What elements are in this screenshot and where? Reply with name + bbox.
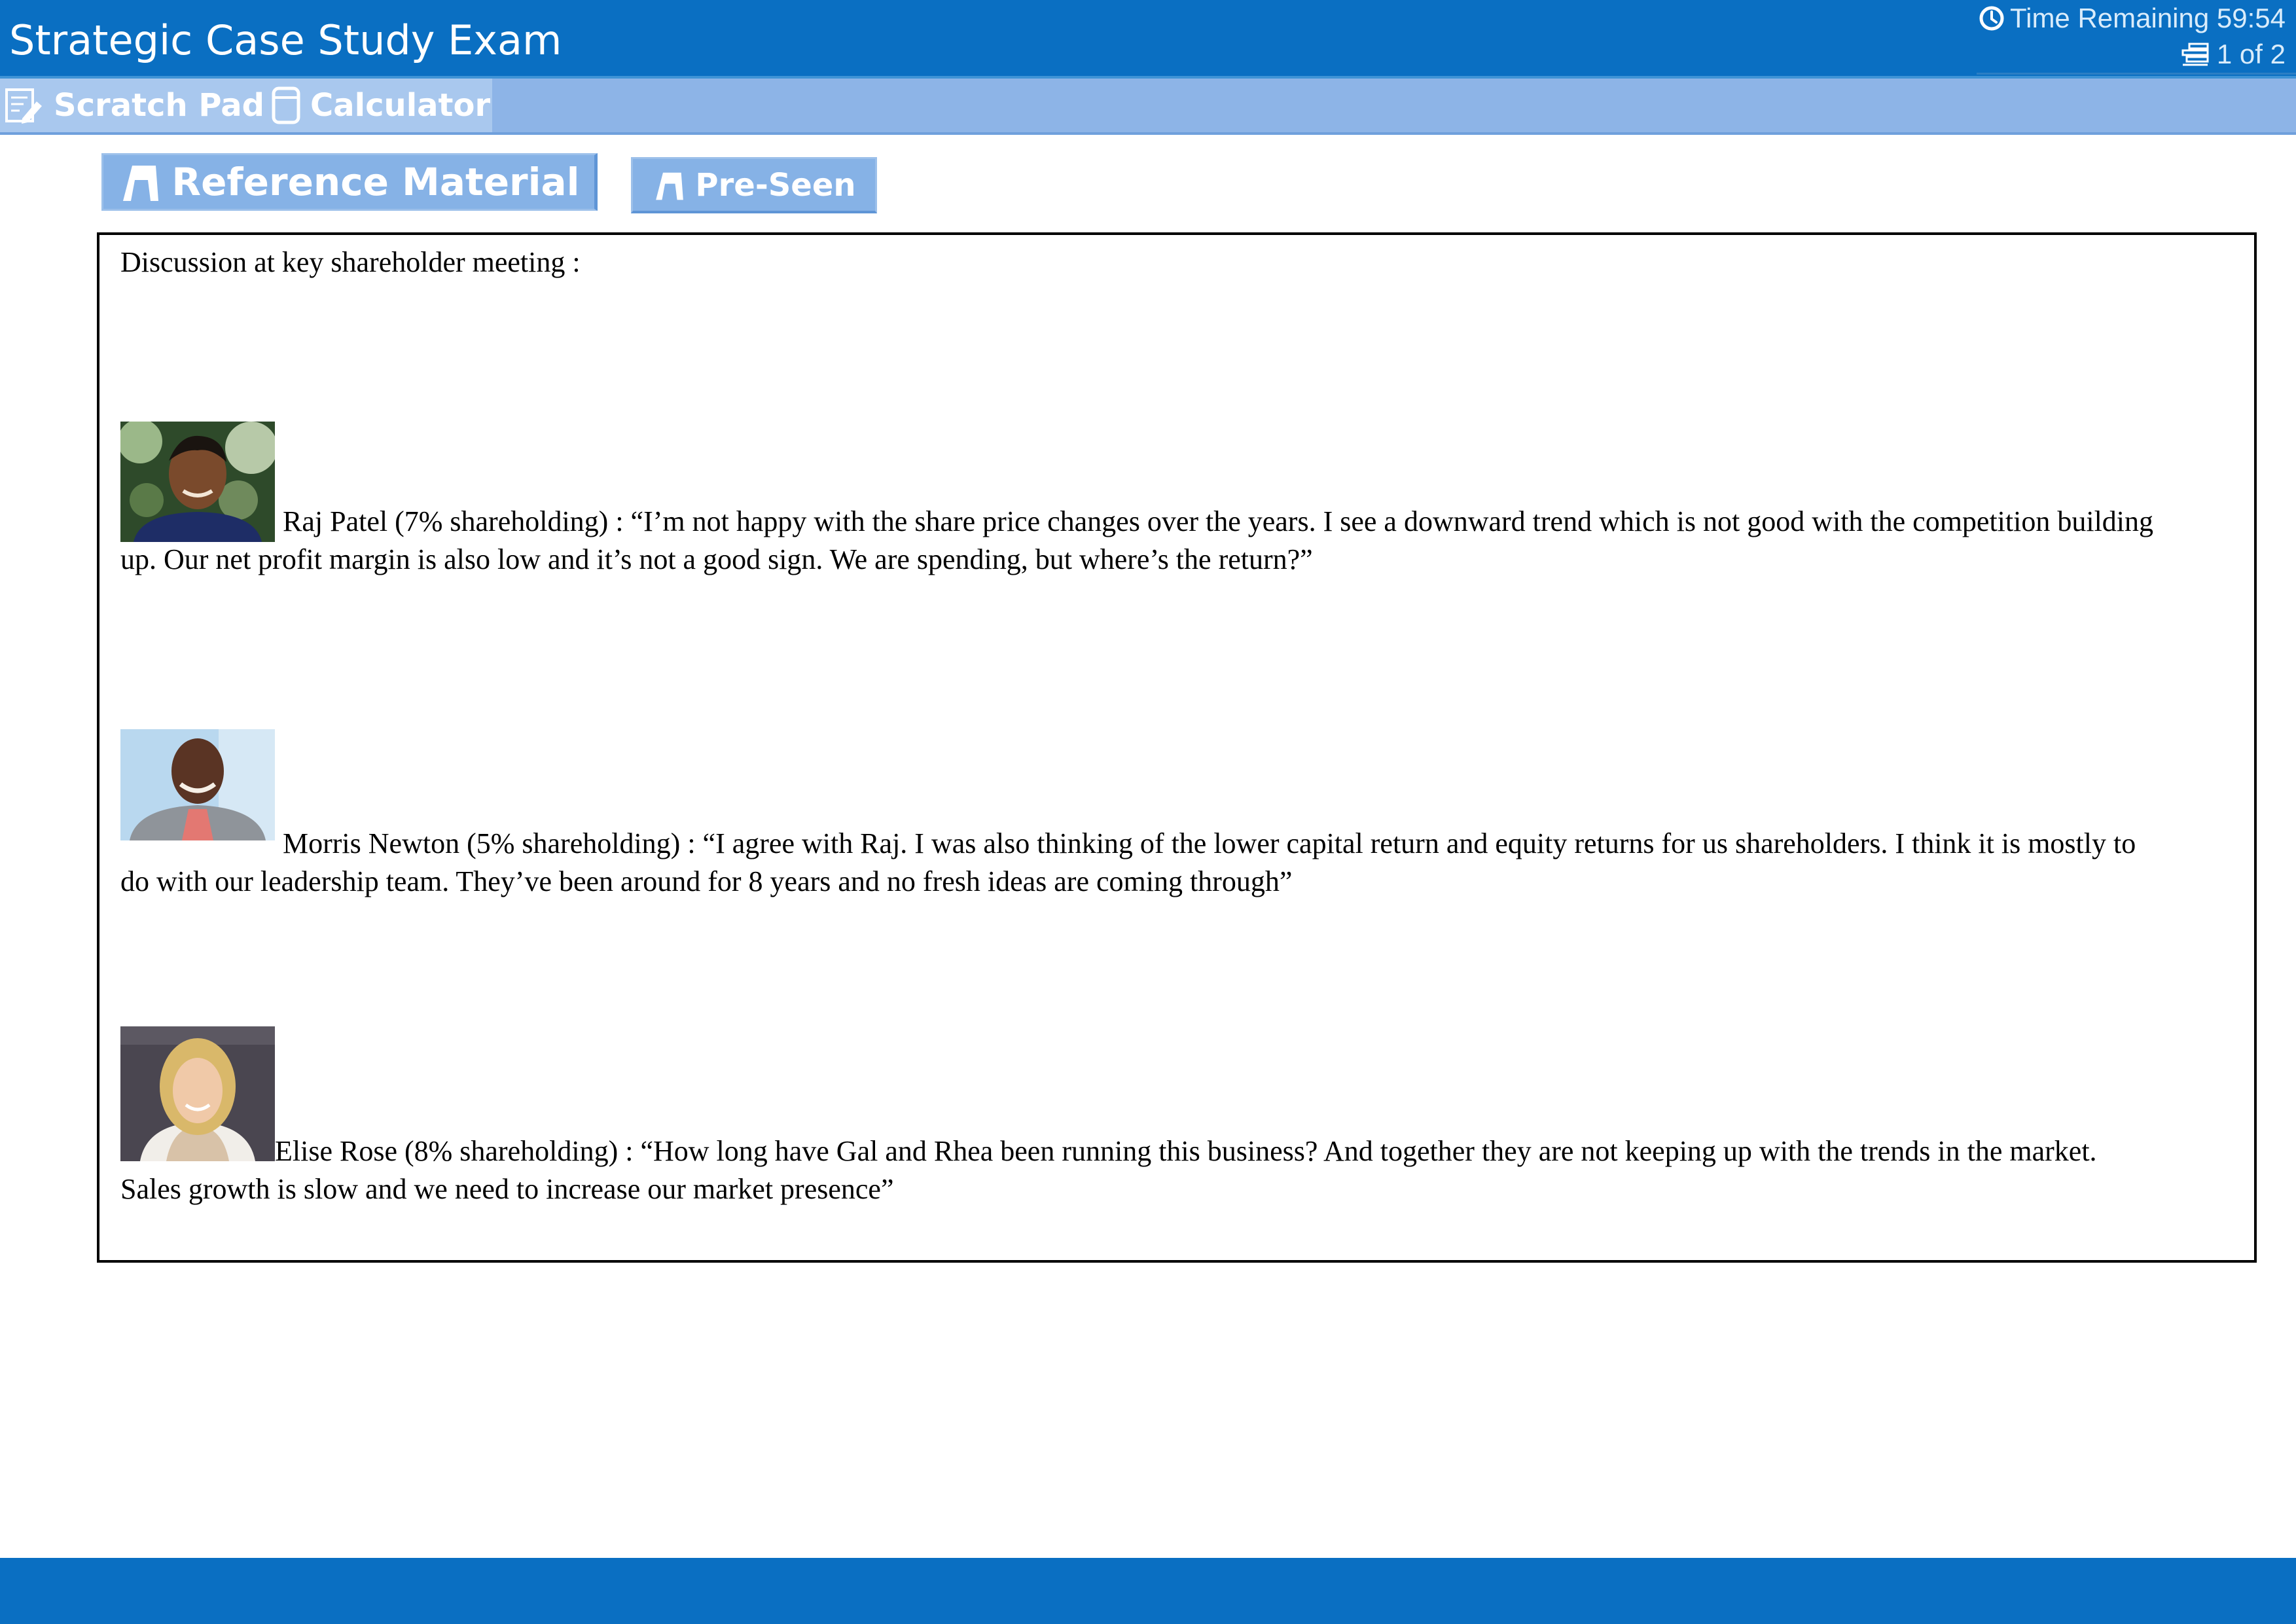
status-panel: Time Remaining 59:54 1 of 2 (1977, 0, 2296, 75)
comment-line: Sales growth is slow and we need to incr… (120, 1173, 894, 1205)
tab-reference-material[interactable]: Reference Material (101, 153, 598, 211)
calculator-icon (272, 86, 300, 124)
footer-bar (0, 1558, 2296, 1624)
time-remaining-text: Time Remaining 59:54 (2010, 3, 2286, 33)
bookmark-icon (656, 172, 684, 200)
comment-line: do with our leadership team. They’ve bee… (120, 865, 1293, 897)
reference-content: Discussion at key shareholder meeting : … (97, 232, 2257, 1263)
scratch-pad-icon (5, 88, 42, 124)
shareholder-comment: Raj Patel (7% shareholding) : “I’m not h… (120, 422, 2241, 579)
comment-line: Raj Patel (7% shareholding) : “I’m not h… (283, 505, 2154, 537)
page-indicator: 1 of 2 (2180, 37, 2286, 72)
scratch-pad-button[interactable]: Scratch Pad (4, 84, 264, 127)
tool-group: Scratch Pad Calculator (0, 79, 492, 132)
tab-pre-seen-label: Pre-Seen (695, 166, 856, 204)
shareholder-comment: Morris Newton (5% shareholding) : “I agr… (120, 729, 2241, 901)
comment-line: Elise Rose (8% shareholding) : “How long… (275, 1135, 2097, 1167)
pages-icon (2181, 43, 2209, 66)
time-remaining: Time Remaining 59:54 (1979, 1, 2286, 35)
comment-line: up. Our net profit margin is also low an… (120, 543, 1313, 575)
page-indicator-text: 1 of 2 (2216, 39, 2286, 69)
tab-pre-seen[interactable]: Pre-Seen (631, 157, 877, 213)
title-bar: Strategic Case Study Exam Time Remaining… (0, 0, 2296, 79)
calculator-label: Calculator (310, 87, 491, 124)
exam-window: Strategic Case Study Exam Time Remaining… (0, 0, 2296, 1624)
content-heading: Discussion at key shareholder meeting : (120, 246, 581, 278)
toolbar: Scratch Pad Calculator (0, 79, 2296, 135)
clock-icon (1979, 6, 2004, 31)
calculator-button[interactable]: Calculator (271, 84, 490, 127)
shareholder-comment: Elise Rose (8% shareholding) : “How long… (120, 1026, 2241, 1208)
comment-line: Morris Newton (5% shareholding) : “I agr… (283, 827, 2136, 859)
scratch-pad-label: Scratch Pad (54, 87, 265, 124)
tab-reference-material-label: Reference Material (171, 160, 580, 204)
app-title: Strategic Case Study Exam (9, 16, 562, 64)
bookmark-icon (123, 166, 159, 201)
